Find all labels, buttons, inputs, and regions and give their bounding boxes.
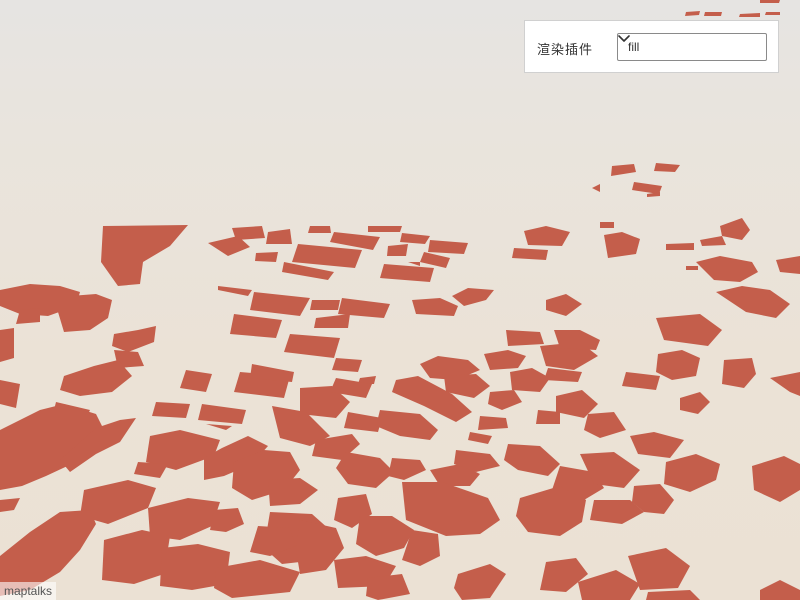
building-footprint <box>412 298 458 316</box>
building-footprint <box>408 262 420 266</box>
building-footprint <box>504 444 560 476</box>
building-footprint <box>765 12 780 15</box>
building-footprint <box>680 392 710 414</box>
building-footprint <box>776 256 800 274</box>
building-footprint <box>314 314 350 328</box>
building-footprint <box>622 372 660 390</box>
building-footprint <box>102 530 170 584</box>
building-footprint <box>366 574 410 600</box>
building-footprint <box>402 482 500 536</box>
building-footprint <box>250 292 310 316</box>
building-footprint <box>454 564 506 600</box>
building-footprint <box>210 508 244 532</box>
building-footprint <box>685 11 700 16</box>
render-plugin-select[interactable]: fill <box>617 33 767 61</box>
building-footprint <box>700 236 726 246</box>
building-footprint <box>206 424 232 430</box>
building-footprint <box>510 368 550 392</box>
building-footprint <box>400 233 430 244</box>
building-footprint <box>630 432 684 458</box>
render-plugin-panel: 渲染插件 fill <box>524 20 779 73</box>
building-footprint <box>284 334 340 358</box>
building-footprint <box>452 288 494 306</box>
building-footprint <box>506 330 544 346</box>
building-footprint <box>524 226 570 246</box>
building-footprint <box>760 0 780 3</box>
building-footprint <box>600 222 614 228</box>
building-footprint <box>760 580 800 600</box>
building-footprint <box>310 300 340 310</box>
building-footprint <box>388 458 426 480</box>
building-footprint <box>101 225 188 286</box>
building-footprint <box>376 410 438 440</box>
building-footprint <box>656 350 700 380</box>
building-footprint <box>308 226 331 233</box>
building-footprint <box>0 328 14 362</box>
building-footprint <box>180 370 212 392</box>
map-canvas[interactable]: 渲染插件 fill maptalks <box>0 0 800 600</box>
building-footprint <box>488 390 522 410</box>
building-footprint <box>632 182 662 194</box>
building-footprint <box>134 462 168 478</box>
building-footprint <box>344 412 382 432</box>
building-footprint <box>218 286 252 296</box>
building-footprint <box>584 412 626 438</box>
building-footprint <box>478 416 508 430</box>
building-footprint <box>554 330 600 350</box>
building-footprint <box>546 294 582 316</box>
building-footprint <box>536 410 560 424</box>
building-footprint <box>654 163 680 172</box>
building-footprint <box>512 248 548 260</box>
building-footprint <box>336 452 394 488</box>
building-footprint <box>722 358 756 388</box>
chevron-down-icon <box>618 35 630 42</box>
building-footprint <box>611 164 636 176</box>
building-footprint <box>696 256 758 282</box>
building-footprint <box>592 184 600 192</box>
building-footprint <box>604 232 640 258</box>
building-footprint <box>152 402 190 418</box>
buildings-layer <box>0 0 800 600</box>
building-footprint <box>646 590 700 600</box>
building-footprint <box>720 218 750 240</box>
building-footprint <box>739 13 760 17</box>
building-footprint <box>266 229 292 244</box>
map-attribution[interactable]: maptalks <box>0 582 57 600</box>
building-footprint <box>428 240 468 254</box>
building-footprint <box>484 350 526 370</box>
building-footprint <box>332 358 362 372</box>
building-footprint <box>666 243 694 250</box>
building-footprint <box>330 232 380 250</box>
building-footprint <box>0 498 20 512</box>
building-footprint <box>704 12 722 16</box>
building-footprint <box>770 372 800 396</box>
building-footprint <box>686 266 698 270</box>
building-footprint <box>368 226 402 232</box>
building-footprint <box>456 510 478 522</box>
building-footprint <box>292 244 362 268</box>
building-footprint <box>356 516 414 556</box>
building-footprint <box>656 314 722 346</box>
building-footprint <box>268 478 318 506</box>
building-footprint <box>60 360 132 396</box>
building-footprint <box>468 432 492 444</box>
building-footprint <box>255 252 278 262</box>
building-footprint <box>0 380 20 408</box>
building-footprint <box>112 326 156 352</box>
building-footprint <box>198 404 246 424</box>
building-footprint <box>230 314 282 338</box>
building-footprint <box>420 252 450 268</box>
building-footprint <box>380 264 434 282</box>
render-plugin-label: 渲染插件 <box>537 42 594 57</box>
building-footprint <box>387 244 408 256</box>
building-footprint <box>232 226 265 240</box>
building-footprint <box>544 368 582 382</box>
building-footprint <box>752 456 800 502</box>
building-footprint <box>664 454 720 492</box>
building-footprint <box>716 286 790 318</box>
